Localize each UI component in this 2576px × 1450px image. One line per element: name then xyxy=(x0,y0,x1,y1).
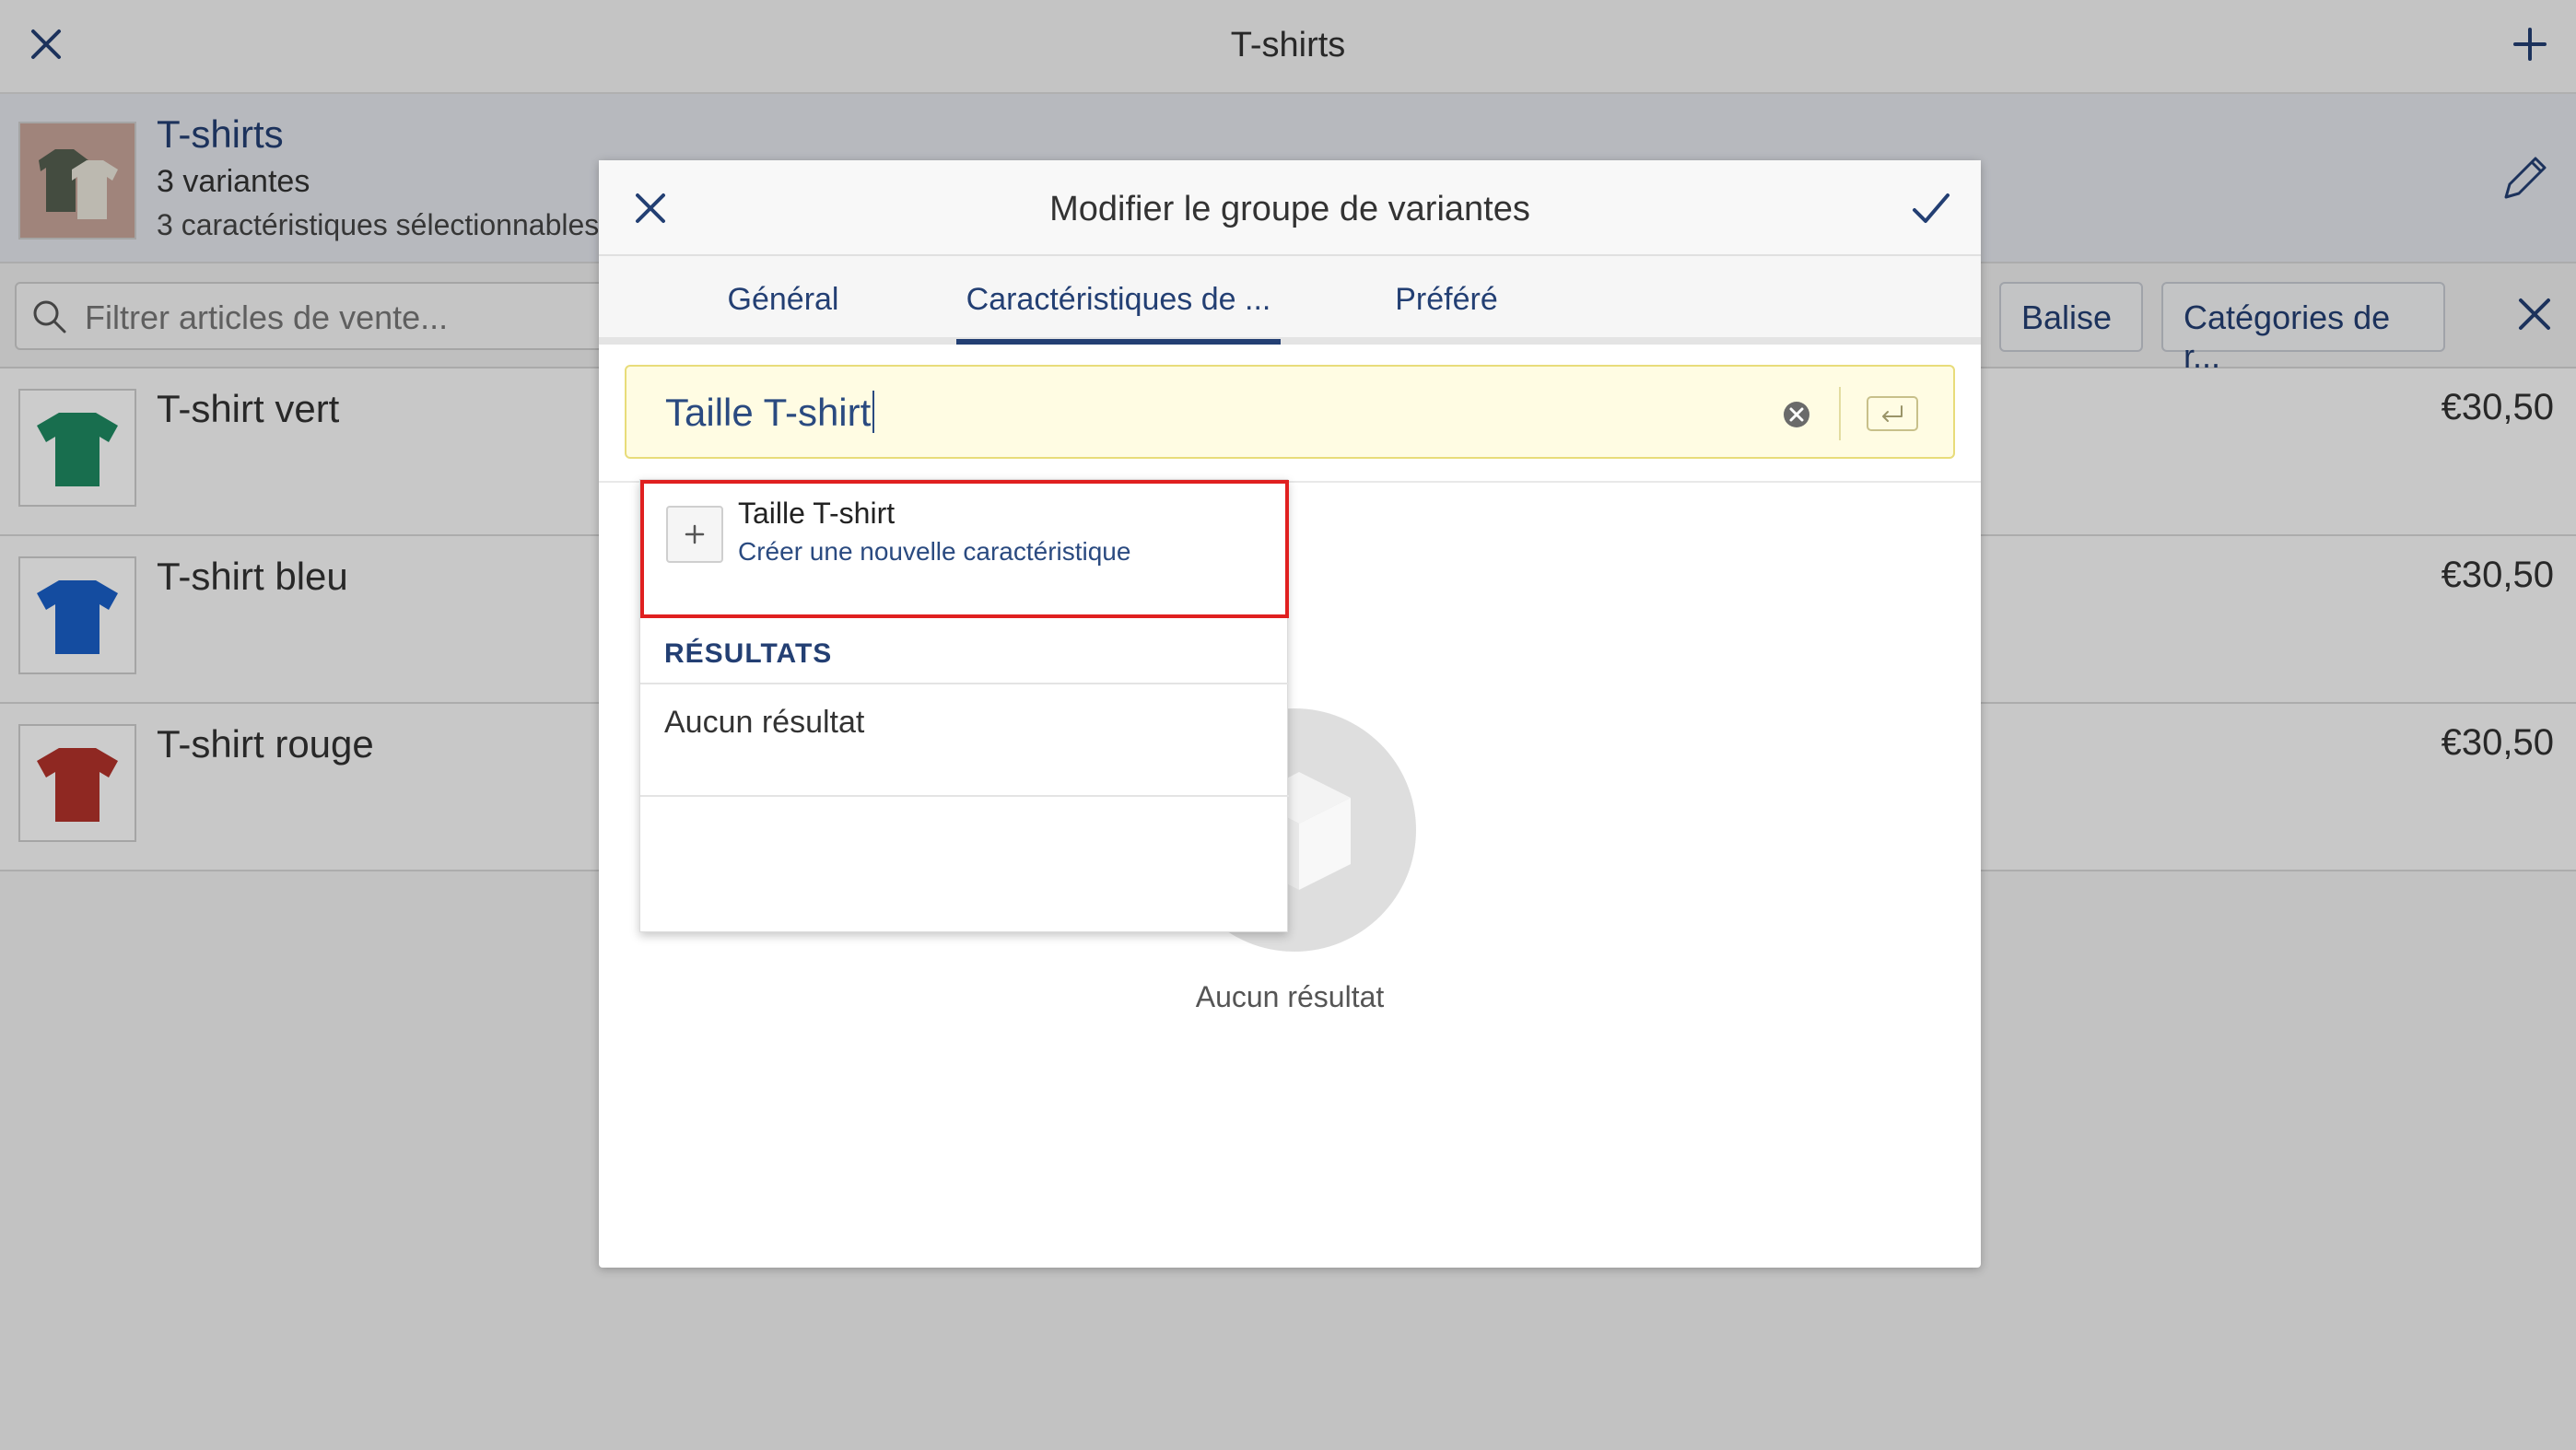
dialog-title: Modifier le groupe de variantes xyxy=(1049,190,1530,228)
characteristic-search-input[interactable]: Taille T-shirt xyxy=(625,365,1955,459)
characteristic-suggestions: Taille T-shirt Créer une nouvelle caract… xyxy=(639,479,1289,932)
plus-icon xyxy=(666,506,723,563)
empty-state-text: Aucun résultat xyxy=(1195,980,1385,1013)
new-characteristic-hint: Créer une nouvelle caractéristique xyxy=(738,537,1131,566)
new-characteristic-name: Taille T-shirt xyxy=(738,497,896,530)
checkmark-icon[interactable] xyxy=(1909,186,1953,230)
text-caret xyxy=(872,391,875,433)
dialog-tabs: Général Caractéristiques de ... Préféré xyxy=(599,256,1981,345)
no-result-label: Aucun résultat xyxy=(664,705,865,740)
enter-key-icon[interactable] xyxy=(1867,396,1918,431)
dialog-header: Modifier le groupe de variantes xyxy=(599,160,1981,256)
create-characteristic-option[interactable]: Taille T-shirt Créer une nouvelle caract… xyxy=(640,480,1289,618)
no-result-item: Aucun résultat xyxy=(640,686,1289,797)
tab-general[interactable]: Général xyxy=(626,256,940,345)
clear-input-icon[interactable] xyxy=(1782,400,1811,429)
search-value: Taille T-shirt xyxy=(665,391,875,435)
tab-preferred[interactable]: Préféré xyxy=(1290,256,1603,345)
tab-characteristics[interactable]: Caractéristiques de ... xyxy=(956,256,1281,345)
results-header: RÉSULTATS xyxy=(640,626,1289,684)
input-divider xyxy=(1839,387,1841,440)
results-header-label: RÉSULTATS xyxy=(664,638,833,669)
